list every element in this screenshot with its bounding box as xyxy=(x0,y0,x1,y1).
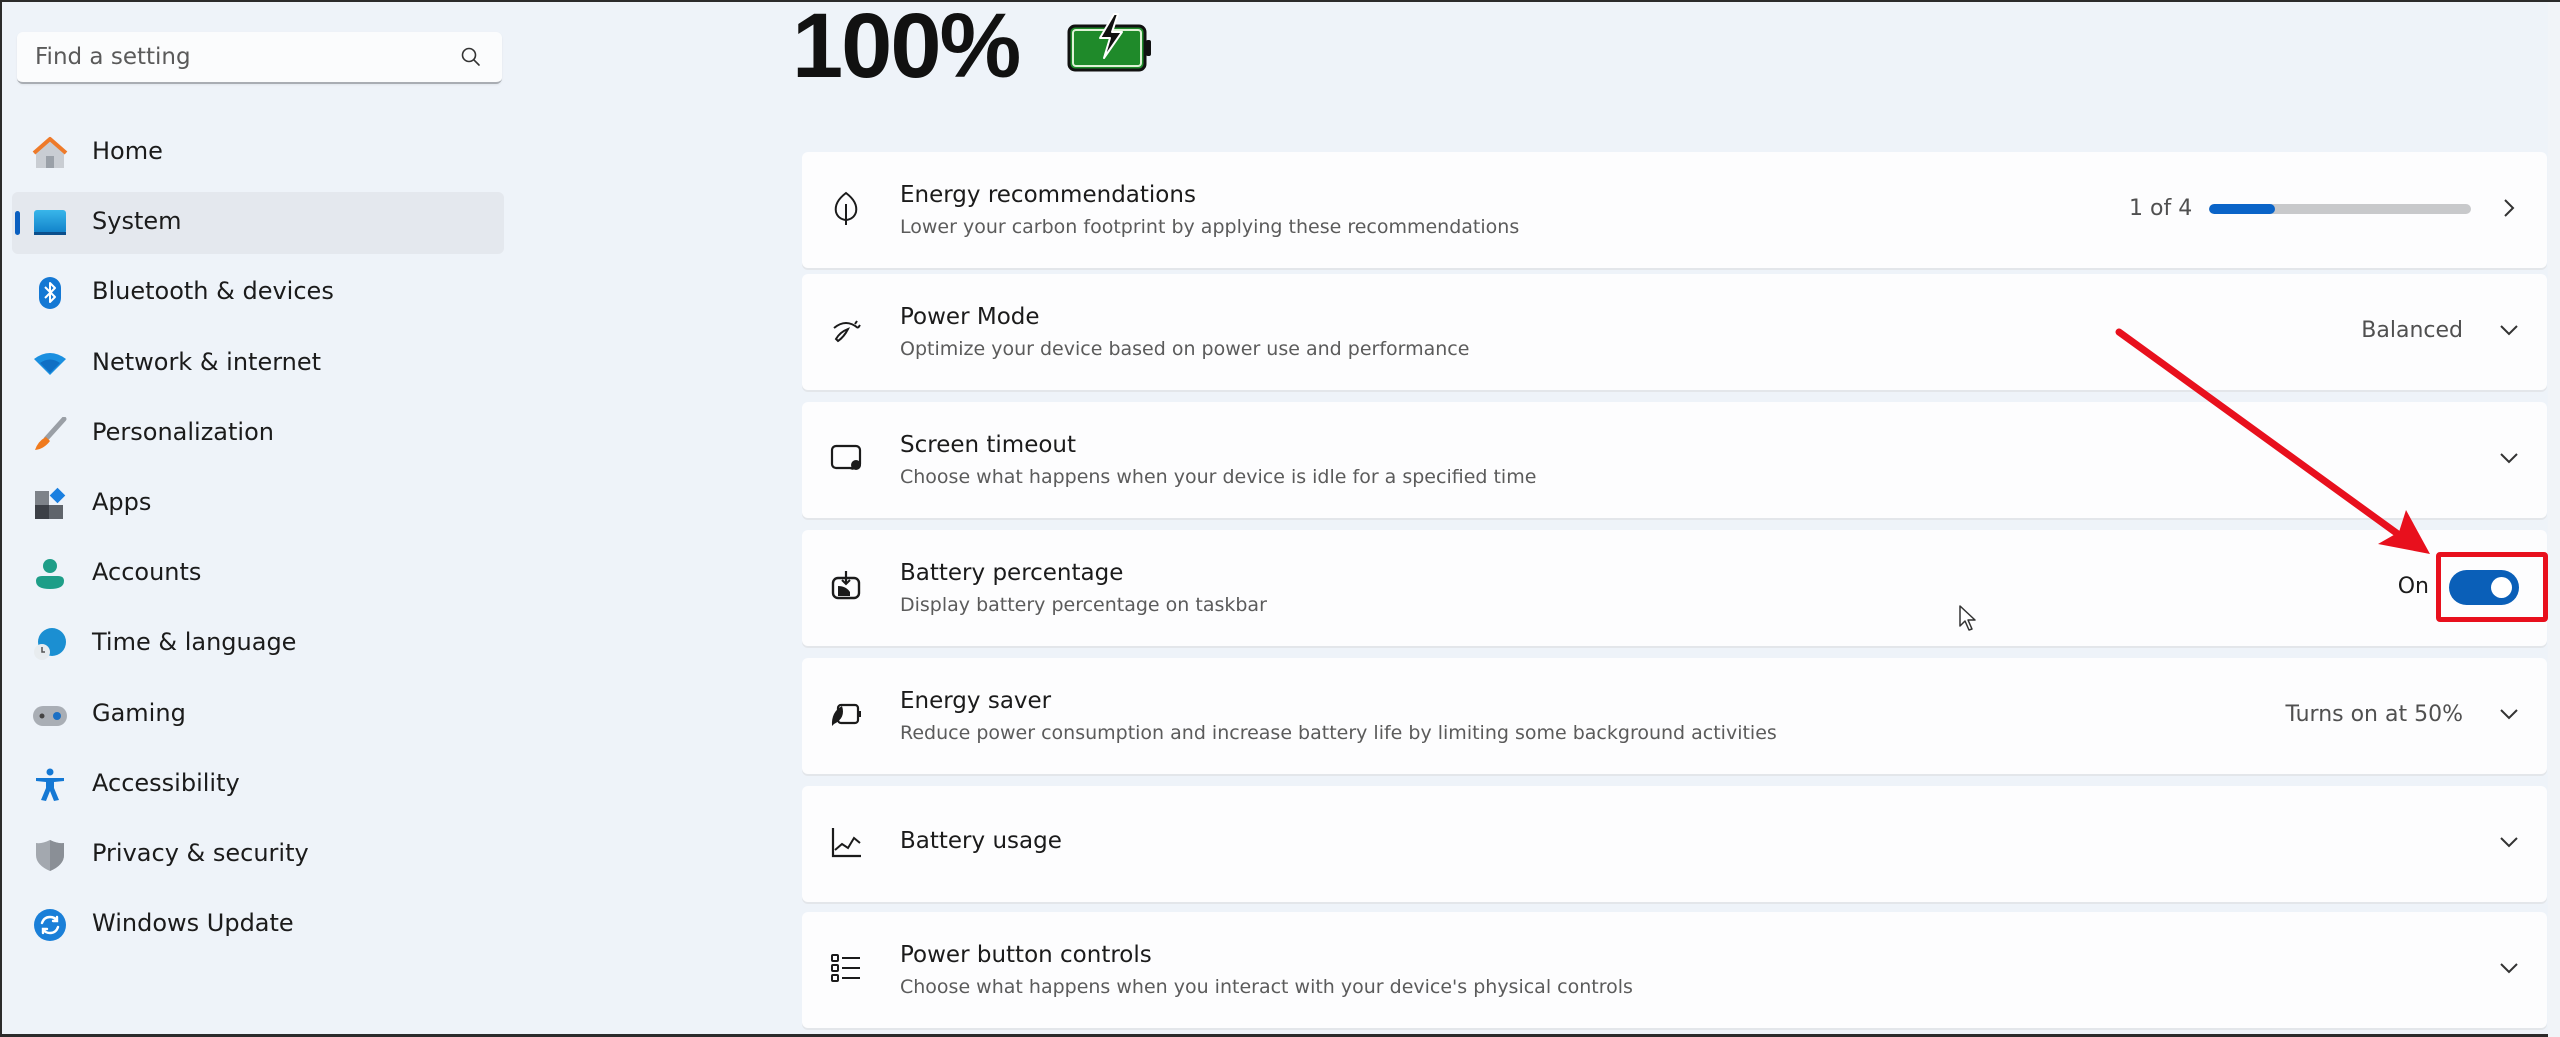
wifi-icon xyxy=(34,352,66,375)
time-language-icon xyxy=(34,628,66,661)
sidebar-item-label: System xyxy=(92,207,182,236)
sidebar-item-personalization[interactable]: Personalization xyxy=(12,403,504,465)
mouse-cursor-icon xyxy=(1959,605,1976,631)
battery-percentage-icon xyxy=(831,571,861,600)
sidebar-item-privacy-security[interactable]: Privacy & security xyxy=(12,824,504,886)
card-description: Reduce power consumption and increase ba… xyxy=(900,722,1777,744)
sidebar-item-label: Time & language xyxy=(92,628,297,657)
bluetooth-icon xyxy=(39,277,61,310)
sidebar-item-time-language[interactable]: Time & language xyxy=(12,613,504,675)
card-title: Energy saver xyxy=(900,688,1052,714)
energy-recommendations-card[interactable]: Energy recommendations Lower your carbon… xyxy=(802,152,2547,268)
card-title: Energy recommendations xyxy=(900,182,1196,208)
sidebar-item-label: Network & internet xyxy=(92,347,322,376)
account-icon xyxy=(36,559,64,590)
shield-icon xyxy=(36,839,64,871)
sidebar-item-label: Home xyxy=(92,137,163,165)
chevron-down-icon[interactable] xyxy=(2497,702,2521,726)
progress-text: 1 of 4 xyxy=(2129,196,2193,221)
card-description: Choose what happens when you interact wi… xyxy=(900,976,1633,998)
apps-icon xyxy=(35,487,66,519)
power-mode-dropdown[interactable]: Balanced xyxy=(2361,318,2463,343)
sidebar-item-system[interactable]: System xyxy=(12,192,504,255)
sidebar-item-label: Gaming xyxy=(92,698,186,727)
card-title: Screen timeout xyxy=(900,432,1077,458)
search-box[interactable] xyxy=(17,32,502,84)
search-input[interactable] xyxy=(35,32,435,82)
sidebar-item-apps[interactable]: Apps xyxy=(12,473,504,535)
card-description: Display battery percentage on taskbar xyxy=(900,594,1267,616)
battery-charging-icon xyxy=(1067,13,1151,72)
chevron-down-icon[interactable] xyxy=(2497,318,2521,342)
home-icon xyxy=(32,137,68,168)
power-mode-card[interactable]: Power Mode Optimize your device based on… xyxy=(802,274,2547,390)
energy-saver-icon xyxy=(831,703,861,726)
sidebar-item-windows-update[interactable]: Windows Update xyxy=(12,894,504,956)
sidebar-item-label: Accessibility xyxy=(92,768,240,797)
list-icon xyxy=(831,954,860,982)
annotation-highlight-box xyxy=(2436,552,2548,622)
card-description: Choose what happens when your device is … xyxy=(900,466,1537,488)
sidebar-item-gaming[interactable]: Gaming xyxy=(12,684,504,746)
gamepad-icon xyxy=(33,705,67,726)
sidebar-item-home[interactable]: Home xyxy=(12,122,504,184)
chevron-right-icon[interactable] xyxy=(2497,196,2521,220)
sidebar-item-label: Personalization xyxy=(92,417,274,446)
card-description: Optimize your device based on power use … xyxy=(900,338,1470,360)
chevron-down-icon[interactable] xyxy=(2497,446,2521,470)
chart-icon xyxy=(831,828,861,858)
battery-usage-card[interactable]: Battery usage xyxy=(802,786,2547,902)
battery-percentage-heading: 100% xyxy=(792,0,1021,97)
card-title: Power Mode xyxy=(900,304,1040,330)
toggle-state-label: On xyxy=(2397,574,2429,599)
battery-percentage-card: Battery percentage Display battery perce… xyxy=(802,530,2547,646)
search-icon[interactable] xyxy=(460,46,482,68)
sidebar-item-label: Windows Update xyxy=(92,909,294,938)
sidebar-nav: Home System Bluetooth & devices Network … xyxy=(12,122,504,964)
energy-saver-card[interactable]: Energy saver Reduce power consumption an… xyxy=(802,658,2547,774)
sidebar-item-bluetooth-devices[interactable]: Bluetooth & devices xyxy=(12,262,504,324)
paintbrush-icon xyxy=(35,416,67,450)
sidebar-item-network-internet[interactable]: Network & internet xyxy=(12,333,504,395)
chevron-down-icon[interactable] xyxy=(2497,956,2521,980)
sidebar-item-label: Accounts xyxy=(92,558,202,587)
card-title: Battery percentage xyxy=(900,560,1124,586)
card-description: Lower your carbon footprint by applying … xyxy=(900,216,1520,238)
progress-fill xyxy=(2209,204,2275,214)
sidebar-item-label: Privacy & security xyxy=(92,838,309,867)
card-title: Battery usage xyxy=(900,828,1062,854)
sidebar-item-accounts[interactable]: Accounts xyxy=(12,543,504,605)
recommendations-progress-bar xyxy=(2209,204,2471,214)
leaf-icon xyxy=(834,191,858,225)
sidebar-item-label: Apps xyxy=(92,487,152,516)
power-button-controls-card[interactable]: Power button controls Choose what happen… xyxy=(802,912,2547,1028)
windows-update-icon xyxy=(34,909,66,942)
screen-timeout-card[interactable]: Screen timeout Choose what happens when … xyxy=(802,402,2547,518)
chevron-down-icon[interactable] xyxy=(2497,830,2521,854)
accessibility-icon xyxy=(36,768,64,801)
gauge-icon xyxy=(833,320,861,343)
sidebar-item-accessibility[interactable]: Accessibility xyxy=(12,754,504,816)
energy-saver-value: Turns on at 50% xyxy=(2285,702,2464,727)
sidebar-item-label: Bluetooth & devices xyxy=(92,277,334,306)
scrollbar-track[interactable] xyxy=(2548,2,2560,1037)
card-title: Power button controls xyxy=(900,942,1152,968)
system-icon xyxy=(34,210,66,236)
screen-timeout-icon xyxy=(830,444,862,470)
